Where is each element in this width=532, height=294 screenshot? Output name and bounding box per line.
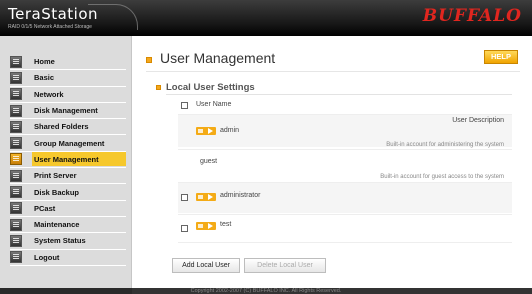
sidebar-item-label-wrap: Disk Backup [32,185,126,199]
maintenance-icon [10,218,22,231]
edit-user-admin-icon[interactable] [196,127,216,135]
sidebar-item-label: Disk Backup [34,187,80,197]
logo-swoosh [88,4,138,30]
buffalo-brand: BUFFALO [422,6,522,26]
sidebar-item-basic[interactable]: Basic [10,70,126,87]
sidebar-item-label: Disk Management [34,106,98,116]
sidebar-item-label-wrap: User Management [32,152,126,167]
help-button[interactable]: HELP [484,50,518,64]
sidebar-item-network[interactable]: Network [10,87,126,103]
sidebar-item-label: Maintenance [34,220,80,230]
group-icon [10,137,22,150]
title-row: User Management HELP [146,50,520,72]
select-user-test-checkbox[interactable] [181,225,188,232]
sidebar-item-label: PCast [34,203,56,213]
sidebar-item-disk-backup[interactable]: Disk Backup [10,184,126,201]
select-all-checkbox[interactable] [181,102,188,109]
sidebar-item-label-wrap: Basic [32,71,126,85]
sidebar-item-label: Home [34,57,55,67]
sidebar-item-label: Network [34,89,64,99]
section-title: Local User Settings [166,82,255,93]
disk-icon [10,104,22,117]
sidebar-item-label-wrap: Print Server [32,169,126,183]
home-icon [10,55,22,68]
sidebar-item-system-status[interactable]: System Status [10,233,126,250]
edit-user-test-icon[interactable] [196,222,216,230]
user-description-admin: Built-in account for administering the s… [386,142,504,148]
user-description-guest: Built-in account for guest access to the… [380,174,504,180]
footer: Copyright 2002-2007 (C) BUFFALO INC. All… [0,288,532,294]
sidebar-item-label: Logout [34,252,60,262]
main-panel: User Management HELP Local User Settings… [138,36,532,288]
copyright-text: Copyright 2002-2007 (C) BUFFALO INC. All… [190,288,342,294]
content-area: Home Basic Network Disk Management Share… [0,36,532,288]
sidebar-item-label: Shared Folders [34,122,89,132]
logo-subtitle: RAID 0/1/5 Network Attached Storage [8,24,92,30]
user-icon [10,153,22,166]
delete-local-user-button[interactable]: Delete Local User [244,258,326,273]
sidebar-item-shared-folders[interactable]: Shared Folders [10,119,126,136]
sidebar-item-label-wrap: Home [32,55,126,69]
column-header-user-description: User Description [452,117,504,124]
user-name-administrator: administrator [220,192,261,199]
network-icon [10,88,22,101]
printer-icon [10,169,22,182]
divider [166,94,512,95]
sidebar-item-label-wrap: Maintenance [32,218,126,232]
sidebar-item-label-wrap: Disk Management [32,104,126,118]
title-bullet-icon [146,57,152,63]
folder-icon [10,120,22,133]
sidebar-item-label-wrap: Shared Folders [32,120,126,134]
document-icon [10,71,22,84]
divider [178,214,512,215]
sidebar-item-label: Group Management [34,138,105,148]
select-user-administrator-checkbox[interactable] [181,194,188,201]
sidebar-item-group-management[interactable]: Group Management [10,135,126,152]
sidebar-item-label: Print Server [34,171,77,181]
sidebar: Home Basic Network Disk Management Share… [0,36,132,288]
sidebar-item-print-server[interactable]: Print Server [10,168,126,185]
sidebar-item-label: Basic [34,73,55,83]
user-name-test: test [220,221,232,228]
sidebar-item-label: User Management [34,154,99,164]
status-icon [10,234,22,247]
sidebar-item-logout[interactable]: Logout [10,250,126,266]
sidebar-item-maintenance[interactable]: Maintenance [10,217,126,234]
footer-side [0,288,132,294]
sidebar-item-home[interactable]: Home [10,54,126,71]
terastation-logo: TeraStation RAID 0/1/5 Network Attached … [6,4,138,32]
backup-icon [10,186,22,199]
logo-text: TeraStation [8,5,99,23]
top-header: TeraStation RAID 0/1/5 Network Attached … [0,0,532,36]
sidebar-item-label: System Status [34,236,86,246]
sidebar-item-label-wrap: Group Management [32,136,126,150]
user-name-admin: admin [220,127,240,134]
sidebar-item-label-wrap: System Status [32,234,126,248]
sidebar-item-disk-management[interactable]: Disk Management [10,103,126,120]
pcast-icon [10,202,22,215]
page-title: User Management [160,50,276,66]
sidebar-nav: Home Basic Network Disk Management Share… [10,54,126,266]
sidebar-item-pcast[interactable]: PCast [10,201,126,217]
sidebar-item-label-wrap: PCast [32,201,126,215]
divider [178,149,512,150]
section-bullet-icon [156,85,161,90]
sidebar-item-label-wrap: Network [32,87,126,101]
user-name-guest: guest [200,158,218,165]
edit-user-administrator-icon[interactable] [196,193,216,201]
sidebar-item-user-management[interactable]: User Management [10,152,126,169]
add-local-user-button[interactable]: Add Local User [172,258,240,273]
sidebar-item-label-wrap: Logout [32,250,126,264]
column-header-user-name: User Name [196,101,232,108]
divider [178,242,512,243]
logout-icon [10,251,22,264]
